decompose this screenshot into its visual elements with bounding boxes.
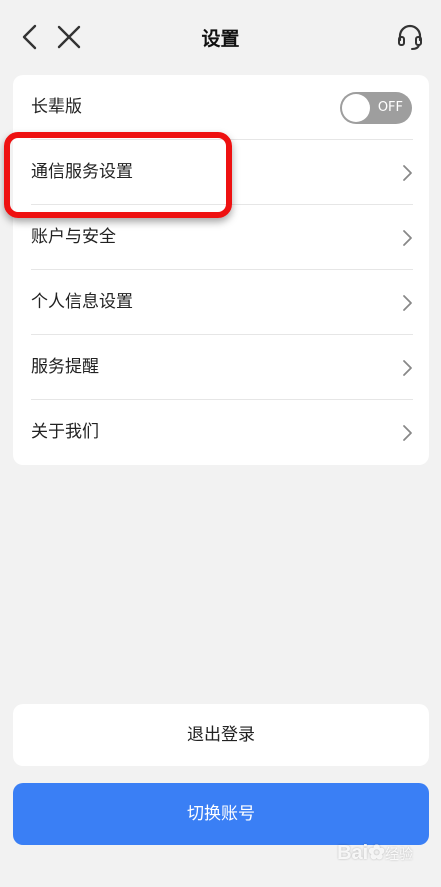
- chevron-right-icon: [401, 359, 413, 377]
- switch-account-button[interactable]: 切换账号: [13, 783, 429, 845]
- watermark-sub: 经验: [385, 846, 413, 862]
- settings-item-communication-service[interactable]: 通信服务设置: [13, 140, 429, 205]
- settings-item-account-security[interactable]: 账户与安全: [13, 205, 429, 270]
- top-nav-bar: 设置: [0, 0, 441, 62]
- elder-mode-toggle[interactable]: OFF: [340, 92, 412, 124]
- watermark-brand: Bai: [337, 842, 369, 864]
- paw-icon: ✿: [368, 842, 385, 864]
- toggle-knob: [342, 94, 370, 122]
- settings-item-label: 通信服务设置: [31, 162, 133, 182]
- settings-item-label: 关于我们: [31, 422, 99, 442]
- chevron-right-icon: [401, 229, 413, 247]
- chevron-right-icon: [401, 424, 413, 442]
- elder-mode-label: 长辈版: [31, 97, 82, 117]
- settings-item-service-reminder[interactable]: 服务提醒: [13, 335, 429, 400]
- settings-item-label: 个人信息设置: [31, 292, 133, 312]
- elder-mode-row: 长辈版 OFF: [13, 75, 429, 140]
- chevron-right-icon: [401, 294, 413, 312]
- settings-card: 长辈版 OFF 通信服务设置 账户与安全 个人信息设置 服务提醒 关于我们: [13, 75, 429, 465]
- settings-item-label: 服务提醒: [31, 357, 99, 377]
- settings-item-label: 账户与安全: [31, 227, 116, 247]
- headset-icon[interactable]: [395, 22, 425, 52]
- page-title: 设置: [201, 28, 240, 50]
- toggle-state-text: OFF: [377, 100, 403, 115]
- chevron-right-icon: [401, 164, 413, 182]
- settings-item-personal-info[interactable]: 个人信息设置: [13, 270, 429, 335]
- logout-button[interactable]: 退出登录: [13, 704, 429, 766]
- settings-item-about-us[interactable]: 关于我们: [13, 400, 429, 465]
